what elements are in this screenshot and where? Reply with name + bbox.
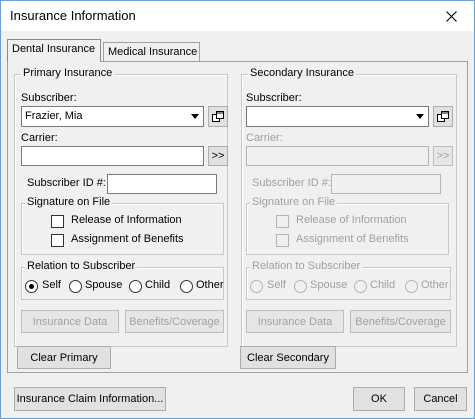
primary-carrier-label: Carrier: (21, 132, 58, 144)
radio-selected-dot (29, 284, 34, 289)
primary-insurance-group: Primary Insurance Subscriber: Frazier, M… (14, 67, 228, 347)
chevron-down-icon[interactable] (412, 107, 428, 126)
primary-insurance-data-label: Insurance Data (32, 315, 108, 328)
insurance-claim-information-button[interactable]: Insurance Claim Information... (14, 387, 166, 411)
secondary-relation-group: Relation to Subscriber Self Spouse Child… (246, 260, 451, 300)
clear-primary-button[interactable]: Clear Primary (17, 346, 111, 369)
primary-relation-self-label: Self (42, 279, 61, 291)
primary-signature-title: Signature on File (25, 196, 113, 208)
primary-relation-spouse-radio[interactable] (69, 280, 82, 293)
secondary-signature-title: Signature on File (250, 196, 338, 208)
secondary-assignment-checkbox[interactable] (276, 234, 289, 247)
title-bar[interactable]: Insurance Information (1, 1, 474, 31)
secondary-group-title: Secondary Insurance (248, 67, 356, 79)
secondary-relation-spouse-label: Spouse (310, 279, 348, 291)
claim-button-label: Insurance Claim Information... (16, 393, 164, 405)
primary-subscriber-label: Subscriber: (21, 92, 77, 104)
dental-tab-panel: Primary Insurance Subscriber: Frazier, M… (7, 61, 468, 373)
secondary-subscriber-id-label: Subscriber ID #: (252, 177, 331, 189)
secondary-relation-child-radio[interactable] (354, 280, 367, 293)
primary-release-label: Release of Information (71, 214, 182, 226)
clear-primary-label: Clear Primary (30, 351, 98, 364)
secondary-relation-spouse-radio[interactable] (294, 280, 307, 293)
secondary-release-label: Release of Information (296, 214, 407, 226)
secondary-benefits-coverage-label: Benefits/Coverage (355, 315, 446, 328)
secondary-relation-other-label: Other (421, 279, 449, 291)
primary-release-checkbox[interactable] (51, 215, 64, 228)
window-list-icon (437, 110, 449, 123)
secondary-relation-other-radio[interactable] (405, 280, 418, 293)
secondary-subscriber-id-field[interactable] (331, 174, 441, 194)
close-button[interactable] (428, 1, 474, 31)
primary-benefits-coverage-label: Benefits/Coverage (129, 315, 220, 328)
cancel-button[interactable]: Cancel (414, 387, 467, 411)
secondary-benefits-coverage-button[interactable]: Benefits/Coverage (350, 310, 451, 333)
secondary-subscriber-lookup-button[interactable] (433, 106, 453, 127)
tab-dental-insurance[interactable]: Dental Insurance (7, 39, 101, 62)
insurance-dialog: Insurance Information Dental Insurance M… (0, 0, 475, 419)
primary-relation-other-radio[interactable] (180, 280, 193, 293)
secondary-carrier-field[interactable] (246, 146, 429, 166)
secondary-carrier-label: Carrier: (246, 132, 283, 144)
primary-carrier-browse-button[interactable]: >> (208, 146, 228, 166)
primary-relation-spouse-label: Spouse (85, 279, 123, 291)
primary-benefits-coverage-button[interactable]: Benefits/Coverage (125, 310, 224, 333)
primary-insurance-data-button[interactable]: Insurance Data (21, 310, 119, 333)
clear-secondary-button[interactable]: Clear Secondary (240, 346, 336, 369)
secondary-relation-self-label: Self (267, 279, 286, 291)
secondary-relation-self-radio[interactable] (250, 280, 263, 293)
secondary-insurance-data-label: Insurance Data (257, 315, 333, 328)
primary-relation-self-radio[interactable] (25, 280, 38, 293)
primary-carrier-browse-label: >> (211, 150, 225, 162)
ok-button[interactable]: OK (353, 387, 405, 411)
close-icon (445, 10, 457, 22)
window-list-icon (212, 110, 224, 123)
primary-subscriber-lookup-button[interactable] (208, 106, 228, 127)
primary-subscriber-id-field[interactable] (107, 174, 217, 194)
secondary-signature-group: Signature on File Release of Information… (246, 196, 449, 255)
primary-assignment-checkbox[interactable] (51, 234, 64, 247)
secondary-subscriber-label: Subscriber: (246, 92, 302, 104)
primary-group-title: Primary Insurance (21, 67, 115, 79)
tab-dental-label: Dental Insurance (12, 43, 96, 55)
primary-subscriber-id-label: Subscriber ID #: (27, 177, 106, 189)
secondary-carrier-browse-button[interactable]: >> (433, 146, 453, 166)
clear-secondary-label: Clear Secondary (247, 351, 329, 364)
secondary-assignment-label: Assignment of Benefits (296, 233, 409, 245)
primary-relation-title: Relation to Subscriber (25, 260, 138, 272)
tab-medical-label: Medical Insurance (108, 46, 198, 58)
primary-carrier-field[interactable] (21, 146, 204, 166)
cancel-button-label: Cancel (423, 393, 458, 405)
primary-relation-child-label: Child (145, 279, 171, 291)
secondary-subscriber-select[interactable] (246, 106, 429, 127)
primary-subscriber-value: Frazier, Mia (25, 110, 83, 122)
ok-button-label: OK (371, 393, 387, 405)
secondary-insurance-data-button[interactable]: Insurance Data (246, 310, 344, 333)
primary-relation-group: Relation to Subscriber Self Spouse Child… (21, 260, 224, 300)
chevron-down-icon[interactable] (187, 107, 203, 126)
tab-medical-insurance[interactable]: Medical Insurance (103, 42, 200, 62)
window-title: Insurance Information (10, 8, 136, 23)
primary-relation-other-label: Other (196, 279, 224, 291)
secondary-relation-child-label: Child (370, 279, 396, 291)
primary-relation-child-radio[interactable] (129, 280, 142, 293)
secondary-insurance-group: Secondary Insurance Subscriber: Carrier:… (241, 67, 457, 347)
secondary-relation-title: Relation to Subscriber (250, 260, 363, 272)
secondary-release-checkbox[interactable] (276, 215, 289, 228)
primary-assignment-label: Assignment of Benefits (71, 233, 184, 245)
primary-subscriber-select[interactable]: Frazier, Mia (21, 106, 204, 127)
secondary-carrier-browse-label: >> (436, 150, 450, 162)
primary-signature-group: Signature on File Release of Information… (21, 196, 224, 255)
